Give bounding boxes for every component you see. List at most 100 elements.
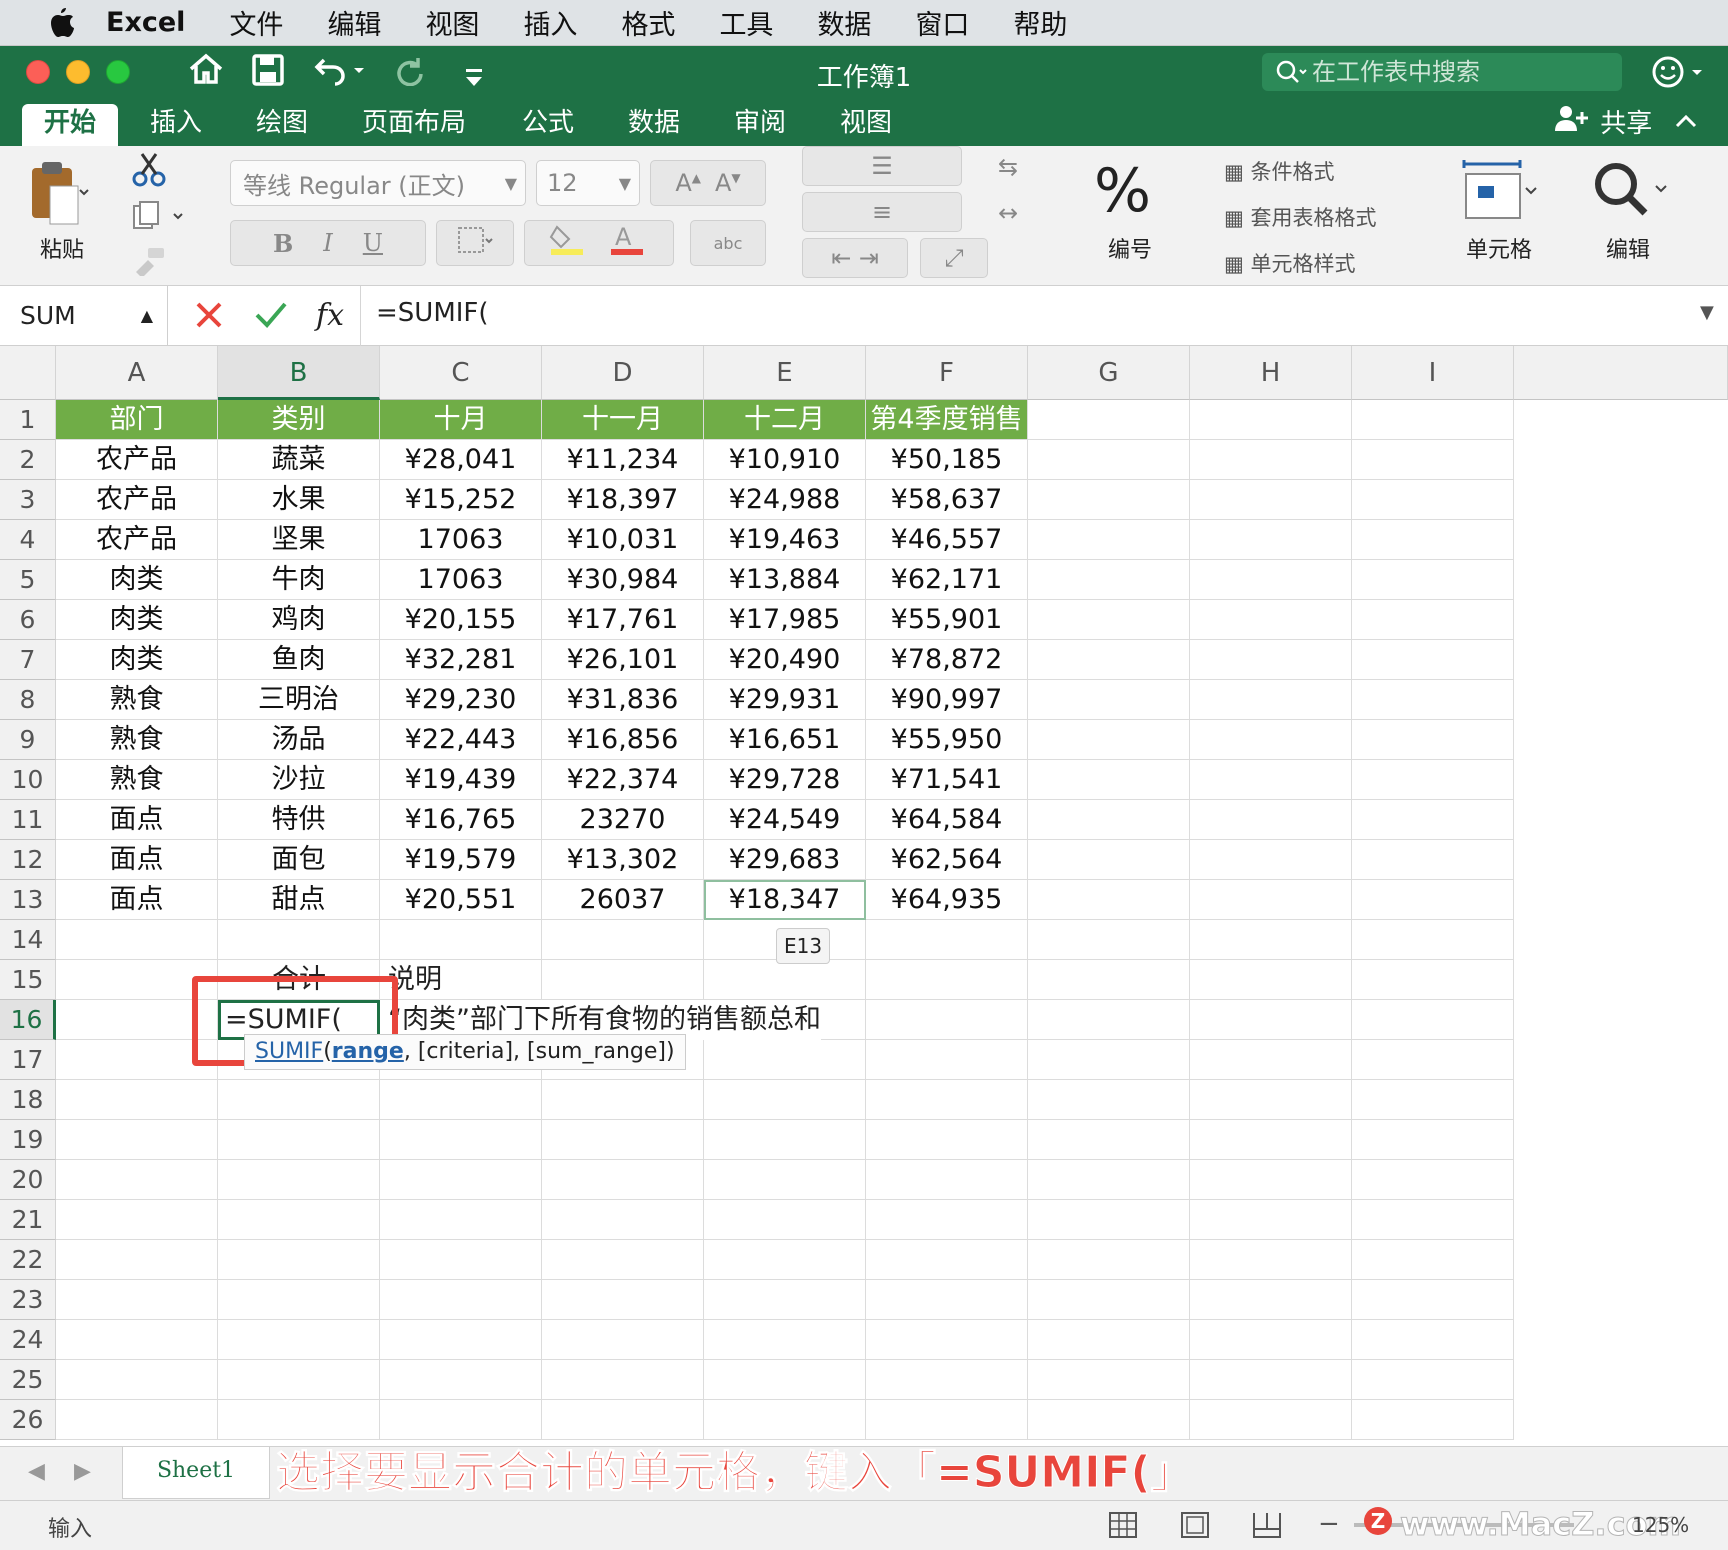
table-cell[interactable]: 蔬菜	[218, 440, 380, 480]
grid-cell[interactable]	[56, 920, 218, 960]
table-cell[interactable]: ¥78,872	[866, 640, 1028, 680]
wrap-text-icon[interactable]: ⇆	[980, 150, 1036, 184]
table-cell[interactable]: 农产品	[56, 440, 218, 480]
table-cell[interactable]: ¥64,935	[866, 880, 1028, 920]
grid-cell[interactable]	[542, 1320, 704, 1360]
tab-formulas[interactable]: 公式	[522, 104, 574, 146]
row-header[interactable]: 22	[0, 1240, 56, 1280]
page-break-view-icon[interactable]	[1252, 1511, 1282, 1543]
grid-cell[interactable]	[1352, 1360, 1514, 1400]
format-painter-icon[interactable]	[132, 244, 166, 280]
table-cell[interactable]: 水果	[218, 480, 380, 520]
grid-cell[interactable]	[1190, 560, 1352, 600]
align-left-icon[interactable]: ≡	[872, 198, 892, 226]
grid-cell[interactable]	[1352, 600, 1514, 640]
table-cell[interactable]: ¥55,950	[866, 720, 1028, 760]
formula-input[interactable]: =SUMIF(	[376, 298, 489, 328]
table-cell[interactable]: ¥31,836	[542, 680, 704, 720]
table-cell[interactable]: ¥20,490	[704, 640, 866, 680]
column-header[interactable]: E	[704, 346, 866, 400]
cancel-icon[interactable]	[194, 298, 224, 334]
grid-cell[interactable]	[56, 1280, 218, 1320]
previous-sheet-icon[interactable]: ◀	[28, 1459, 45, 1484]
grid-cell[interactable]	[218, 920, 380, 960]
table-cell[interactable]: ¥22,443	[380, 720, 542, 760]
table-cell[interactable]: ¥26,101	[542, 640, 704, 680]
table-cell[interactable]: 面点	[56, 880, 218, 920]
next-sheet-icon[interactable]: ▶	[74, 1459, 91, 1484]
grid-cell[interactable]	[380, 1080, 542, 1120]
tab-page-layout[interactable]: 页面布局	[362, 104, 466, 146]
percent-icon[interactable]: %	[1094, 156, 1151, 226]
grid-cell[interactable]	[1190, 1160, 1352, 1200]
table-cell[interactable]: 面包	[218, 840, 380, 880]
grid-cell[interactable]	[1028, 480, 1190, 520]
menu-help[interactable]: 帮助	[1013, 3, 1067, 42]
name-box[interactable]: SUM ▲	[0, 286, 168, 346]
grid-cell[interactable]	[218, 1320, 380, 1360]
function-arg-range[interactable]: range	[332, 1039, 404, 1064]
grid-cell[interactable]	[1352, 560, 1514, 600]
table-cell[interactable]: ¥16,651	[704, 720, 866, 760]
table-cell[interactable]: ¥17,985	[704, 600, 866, 640]
grid-cell[interactable]	[1190, 880, 1352, 920]
collapse-ribbon-icon[interactable]	[1674, 104, 1698, 146]
tab-review[interactable]: 审阅	[734, 104, 786, 146]
grid-cell[interactable]	[866, 1280, 1028, 1320]
enter-check-icon[interactable]	[254, 298, 288, 334]
table-header-cell[interactable]: 部门	[56, 400, 218, 440]
grid-cell[interactable]	[1190, 1080, 1352, 1120]
table-cell[interactable]: ¥62,564	[866, 840, 1028, 880]
share-button[interactable]: 共享	[1554, 104, 1652, 146]
table-cell[interactable]: 肉类	[56, 640, 218, 680]
table-cell[interactable]: ¥20,155	[380, 600, 542, 640]
table-cell[interactable]: 农产品	[56, 480, 218, 520]
grid-cell[interactable]	[1190, 1360, 1352, 1400]
table-cell[interactable]: ¥11,234	[542, 440, 704, 480]
grid-cell[interactable]	[380, 1280, 542, 1320]
grid-cell[interactable]	[1028, 1000, 1190, 1040]
grid-cell[interactable]	[1190, 400, 1352, 440]
find-icon[interactable]	[1592, 160, 1668, 224]
grid-cell[interactable]	[1028, 1320, 1190, 1360]
grid-cell[interactable]	[1190, 1400, 1352, 1440]
column-header[interactable]: G	[1028, 346, 1190, 400]
grid-cell[interactable]	[1190, 1200, 1352, 1240]
grid-cell[interactable]	[542, 1280, 704, 1320]
grid-cell[interactable]	[1190, 1280, 1352, 1320]
borders-button[interactable]	[436, 220, 514, 266]
grid-cell[interactable]	[542, 920, 704, 960]
increase-font-icon[interactable]: A▲	[675, 169, 701, 197]
grid-cell[interactable]	[1028, 1120, 1190, 1160]
table-cell[interactable]: ¥32,281	[380, 640, 542, 680]
table-header-cell[interactable]: 第4季度销售	[866, 400, 1028, 440]
table-cell[interactable]: 汤品	[218, 720, 380, 760]
grid-cell[interactable]	[1028, 640, 1190, 680]
table-header-cell[interactable]: 十一月	[542, 400, 704, 440]
grid-cell[interactable]	[1352, 880, 1514, 920]
grid-cell[interactable]	[1190, 920, 1352, 960]
table-cell[interactable]: 肉类	[56, 560, 218, 600]
grid-cell[interactable]	[1352, 760, 1514, 800]
grid-cell[interactable]	[704, 1360, 866, 1400]
grid-cell[interactable]	[380, 1200, 542, 1240]
grid-cell[interactable]	[218, 1080, 380, 1120]
grid-cell[interactable]	[1190, 1240, 1352, 1280]
grid-cell[interactable]	[218, 1120, 380, 1160]
grid-cell[interactable]	[56, 1160, 218, 1200]
grid-cell[interactable]	[542, 1400, 704, 1440]
table-cell[interactable]: ¥24,988	[704, 480, 866, 520]
grid-cell[interactable]	[1028, 1160, 1190, 1200]
grid-cell[interactable]	[704, 1400, 866, 1440]
grid-cell[interactable]	[380, 1120, 542, 1160]
table-cell[interactable]: ¥13,884	[704, 560, 866, 600]
row-header[interactable]: 4	[0, 520, 56, 560]
table-cell[interactable]: 熟食	[56, 720, 218, 760]
grid-cell[interactable]	[1190, 520, 1352, 560]
table-cell[interactable]: ¥17,761	[542, 600, 704, 640]
grid-cell[interactable]	[704, 1040, 866, 1080]
grid-cell[interactable]	[1190, 720, 1352, 760]
grid-cell[interactable]	[1028, 1080, 1190, 1120]
grid-cell[interactable]	[1352, 1160, 1514, 1200]
row-header[interactable]: 19	[0, 1120, 56, 1160]
